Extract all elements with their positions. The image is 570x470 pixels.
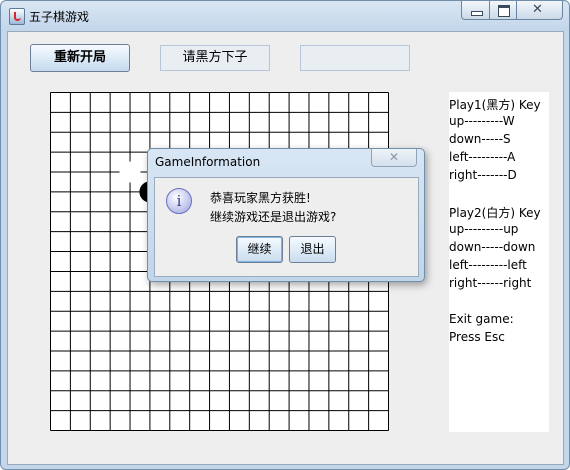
info-field — [300, 45, 410, 71]
maximize-button[interactable] — [489, 1, 518, 20]
info-icon: i — [166, 188, 192, 214]
java-app-icon — [9, 8, 25, 25]
key-help-line: Play2(白方) Key — [449, 206, 541, 220]
restart-button[interactable]: 重新开局 — [30, 44, 130, 72]
win-message: 恭喜玩家黑方获胜! — [210, 191, 311, 205]
key-help-line: right-------D — [449, 168, 517, 182]
dialog-body: i 恭喜玩家黑方获胜! 继续游戏还是退出游戏? 继续 退出 — [154, 177, 419, 277]
key-help-line: Exit game: — [449, 312, 514, 326]
key-help-line: up---------up — [449, 222, 519, 236]
key-help-line: Press Esc — [449, 330, 505, 344]
turn-status: 请黑方下子 — [160, 45, 270, 71]
window-title: 五子棋游戏 — [29, 10, 90, 24]
key-help-line: up---------W — [449, 114, 515, 128]
key-help-line: left---------left — [449, 258, 527, 272]
quit-button[interactable]: 退出 — [289, 236, 336, 263]
white-stone — [119, 161, 141, 183]
key-help-line: down-----S — [449, 132, 511, 146]
key-help-line: left---------A — [449, 150, 516, 164]
dialog-close-button[interactable]: ✕ — [371, 149, 417, 167]
close-icon: ✕ — [532, 2, 543, 17]
minimize-icon — [471, 11, 483, 16]
dialog-title: GameInformation — [155, 155, 261, 169]
prompt-message: 继续游戏还是退出游戏? — [210, 210, 337, 224]
game-information-dialog: GameInformation ✕ i 恭喜玩家黑方获胜! 继续游戏还是退出游戏… — [147, 148, 425, 282]
key-help-line: down-----down — [449, 240, 536, 254]
close-button[interactable]: ✕ — [516, 1, 563, 20]
key-help-panel: Play1(黑方) Key up---------W down-----S left-… — [449, 92, 549, 432]
minimize-button[interactable] — [461, 1, 491, 20]
maximize-icon — [498, 5, 510, 17]
continue-button[interactable]: 继续 — [236, 236, 283, 263]
key-help-line: right------right — [449, 276, 532, 290]
key-help-line: Play1(黑方) Key — [449, 98, 541, 112]
title-bar: 五子棋游戏 ✕ — [1, 1, 569, 31]
